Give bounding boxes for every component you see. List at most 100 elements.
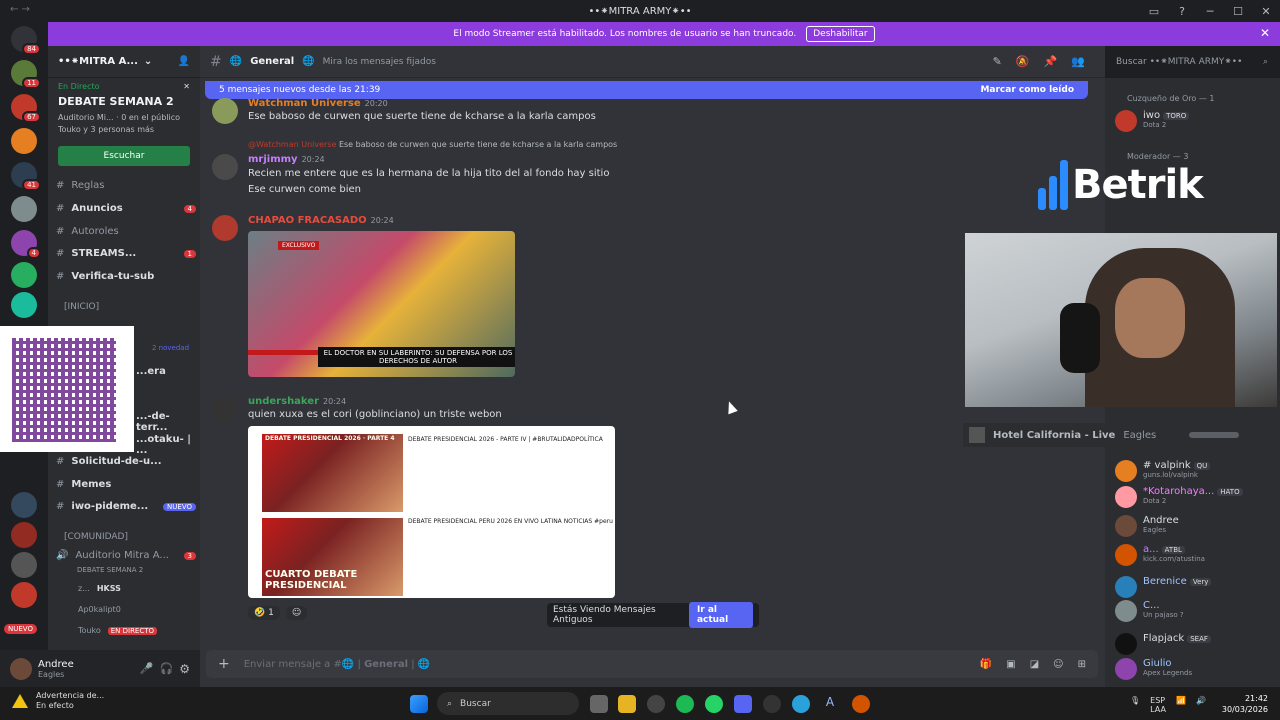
members-icon[interactable]: 👥 [1071,55,1085,68]
member-item[interactable]: Giulio Apex Legends [1115,658,1192,680]
plus-icon[interactable]: + [218,656,230,672]
telegram-icon[interactable] [792,695,810,713]
close-icon[interactable]: ✕ [183,82,190,91]
add-reaction-icon[interactable]: ☺ [285,606,308,620]
server-icon[interactable]: 67 [11,94,41,123]
voice-user[interactable]: Ap0kalipt0 [78,605,218,614]
avatar[interactable] [212,396,238,422]
avatar[interactable] [10,657,32,680]
pin-icon[interactable]: 📌 [1044,55,1058,68]
member-item[interactable]: a... ATBL kick.com/atustina [1115,544,1205,566]
voice-channel[interactable]: 🔊 Auditorio Mitra A... 3 [56,550,196,561]
server-icon[interactable] [11,492,37,518]
channel-solicitud[interactable]: # Solicitud-de-u... [56,456,196,467]
new-messages-bar[interactable]: 5 mensajes nuevos desde las 21:39 Marcar… [205,81,1088,99]
spotify-icon[interactable] [676,695,694,713]
emoji-icon[interactable]: ☺ [1053,659,1063,670]
gif-icon[interactable]: ▣ [1006,659,1015,670]
notifications-icon[interactable]: 🔕 [1016,55,1030,68]
channel-streams[interactable]: # STREAMS... 1 [56,248,196,259]
avatar[interactable] [212,154,238,180]
server-icon[interactable] [11,196,37,222]
app-icon[interactable] [763,695,781,713]
gift-icon[interactable]: 🎁 [980,659,992,670]
app-icon[interactable] [852,695,870,713]
channel-verifica[interactable]: # Verifica-tu-sub [56,271,196,282]
app-icon[interactable]: A [821,695,839,713]
member-item[interactable]: iwo TORO Dota 2 [1115,110,1190,132]
message-author[interactable]: mrjimmy [248,154,298,165]
start-icon[interactable] [410,695,428,713]
close-icon[interactable]: ✕ [1260,26,1270,40]
pinned-link[interactable]: Mira los mensajes fijados [323,57,436,67]
category-comunidad[interactable]: [COMUNIDAD] [64,532,128,542]
channel-item[interactable]: ...otaku- | ... [136,434,198,456]
member-item[interactable]: Andree Eagles [1115,515,1179,537]
file-explorer-icon[interactable] [618,695,636,713]
mark-read-button[interactable]: Marcar como leído [980,85,1074,95]
apps-icon[interactable]: ⊞ [1078,659,1086,670]
member-item[interactable]: Flapjack SEAF [1115,633,1211,655]
avatar[interactable] [212,215,238,241]
member-item[interactable]: # valpink QU guns.lol/valpink [1115,460,1211,482]
channel-iwo[interactable]: # iwo-pideme... NUEVO [56,501,196,512]
server-icon[interactable]: 11 [11,60,41,89]
channel-item[interactable]: ...era [136,366,198,377]
server-icon[interactable] [11,582,37,608]
taskbar-search[interactable]: ⌕ Buscar [437,692,579,715]
server-header[interactable]: ••⁕MITRA A... ⌄ 👤 [48,46,200,78]
server-icon[interactable] [11,262,37,288]
network-icon[interactable]: 📶 [1176,696,1186,714]
server-icon[interactable]: 41 [11,162,41,191]
listen-button[interactable]: Escuchar [58,146,190,166]
channel-memes[interactable]: # Memes [56,479,196,490]
server-icon[interactable]: 4 [11,230,41,259]
voice-user[interactable]: Touko EN DIRECTO [78,626,218,635]
member-item[interactable]: C... Un pajaso ? [1115,600,1184,622]
member-item[interactable]: *Kotarohaya... HATO Dota 2 [1115,486,1243,508]
server-icon[interactable] [11,552,37,578]
message-composer[interactable]: + Enviar mensaje a #🌐 | General | 🌐 🎁 ▣ … [206,650,1098,678]
sticker-icon[interactable]: ◪ [1030,659,1039,670]
message-image[interactable]: DEBATE PRESIDENCIAL 2026 · PARTE 4 DEBAT… [248,426,615,598]
whatsapp-icon[interactable] [705,695,723,713]
video-thumbnail[interactable]: CUARTO DEBATE PRESIDENCIAL [262,518,403,596]
video-thumbnail[interactable]: DEBATE PRESIDENCIAL 2026 · PARTE 4 [262,434,403,512]
server-icon[interactable] [11,128,37,154]
channel-autoroles[interactable]: # Autoroles [56,226,196,237]
deafen-icon[interactable]: 🎧 [160,662,174,675]
direct-messages-icon[interactable]: 84 [11,26,41,55]
server-icon[interactable] [11,522,37,548]
volume-icon[interactable]: 🔊 [1196,696,1206,714]
disable-button[interactable]: Deshabilitar [806,26,875,42]
reply-preview[interactable]: @Watchman Universe Ese baboso de curwen … [248,140,617,149]
message-author[interactable]: Watchman Universe [248,98,361,109]
add-user-icon[interactable]: 👤 [178,56,190,67]
maximize-button[interactable]: ☐ [1224,5,1252,18]
user-info[interactable]: Andree Eagles [38,659,74,679]
avatar[interactable] [212,98,238,124]
message-author[interactable]: undershaker [248,396,319,407]
channel-reglas[interactable]: # Reglas [56,180,196,191]
mute-icon[interactable]: 🎤 [140,662,154,675]
reaction[interactable]: 🤣 1 [248,606,280,620]
message-author[interactable]: CHAPAO FRACASADO [248,215,367,226]
help-icon[interactable]: ? [1168,5,1196,18]
search-input[interactable]: Buscar ••⁕MITRA ARMY⁕•• ⌕ [1110,52,1274,72]
minimize-button[interactable]: ─ [1196,5,1224,18]
weather-widget[interactable]: Advertencia de... En efecto [12,691,104,711]
voice-user[interactable]: z... HKSS [78,584,218,593]
category-inicio[interactable]: [INICIO] [64,302,99,312]
channel-anuncios[interactable]: # Anuncios 4 [56,203,196,214]
member-item[interactable]: Berenice Very [1115,576,1212,598]
task-view-icon[interactable] [590,695,608,713]
language-indicator[interactable]: ESP LAA [1150,696,1166,714]
back-forward-icon[interactable]: ← → [10,4,30,15]
mic-icon[interactable]: 🎙 [1130,696,1140,714]
close-button[interactable]: ✕ [1252,5,1280,18]
gear-icon[interactable]: ⚙ [179,662,190,676]
message-image[interactable]: EXCLUSIVO EL DOCTOR EN SU LABERINTO: SU … [248,231,515,377]
server-icon[interactable] [11,292,37,318]
chevron-down-icon[interactable]: ⌄ [144,56,152,67]
channel-item[interactable]: ...-de-terr... [136,411,198,433]
